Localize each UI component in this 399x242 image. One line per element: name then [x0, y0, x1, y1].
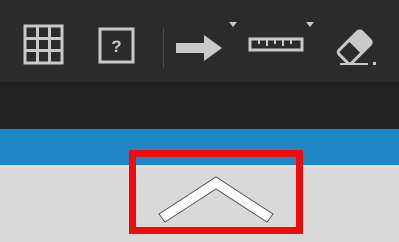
collapse-toggle-button[interactable] — [129, 150, 303, 234]
ruler-icon — [248, 22, 314, 52]
grid-button[interactable] — [22, 22, 68, 68]
eraser-button[interactable] — [332, 22, 382, 68]
help-glyph: ? — [111, 37, 121, 56]
grid-icon — [23, 24, 64, 65]
arrow-right-icon — [176, 22, 237, 61]
eraser-icon — [336, 29, 376, 66]
help-button[interactable]: ? — [96, 22, 142, 68]
chevron-up-icon — [158, 176, 274, 223]
app-window: ? — [0, 0, 399, 242]
ruler-tool-button[interactable] — [246, 22, 320, 68]
ruler-tool-dropdown-icon — [306, 22, 314, 27]
arrow-tool-dropdown-icon — [229, 22, 237, 27]
toolbar-divider — [163, 28, 164, 68]
arrow-tool-button[interactable] — [174, 22, 244, 68]
toolbar: ? — [0, 0, 399, 82]
content-band — [0, 82, 399, 129]
help-icon: ? — [98, 27, 135, 64]
